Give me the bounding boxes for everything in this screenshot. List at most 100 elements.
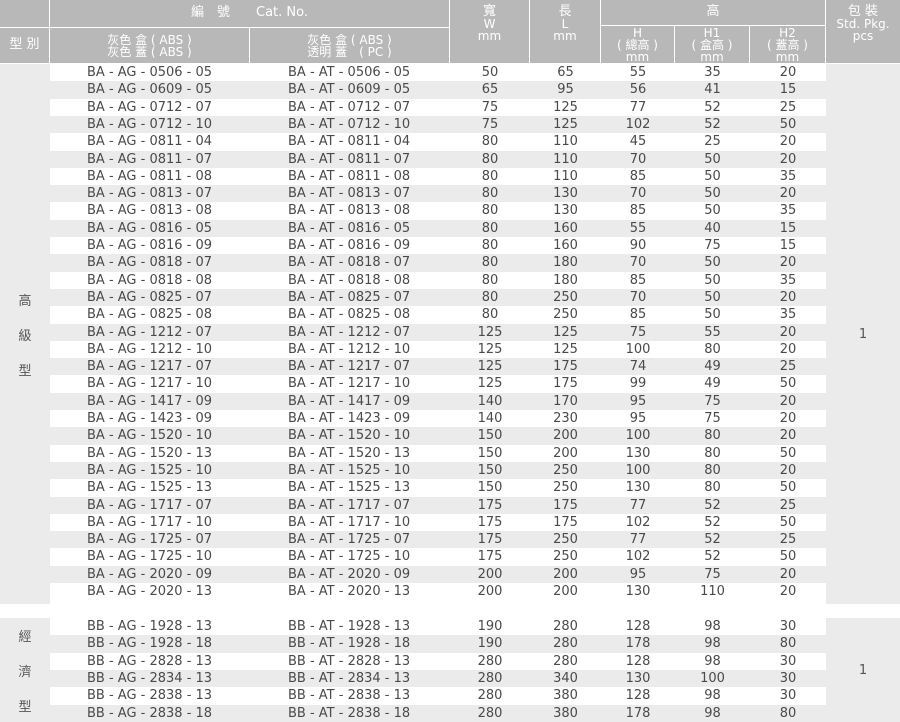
box-cat-no: BA - AG - 0818 - 08 xyxy=(87,272,213,288)
length-value: 250 xyxy=(553,289,578,305)
box-cat-no: BA - AG - 0816 - 05 xyxy=(87,220,213,236)
length-value: 340 xyxy=(553,670,578,686)
h2-value: 20 xyxy=(779,566,797,582)
table-row: BA - AG - 0811 - 08 BA - AT - 0811 - 08 80… xyxy=(50,168,826,185)
lid-cat-no: BA - AT - 0712 - 10 xyxy=(288,116,411,132)
width-value: 80 xyxy=(481,134,499,150)
width-value: 125 xyxy=(477,376,503,392)
width-value: 280 xyxy=(477,653,503,669)
spec-table: 型 別 編 號 Cat. No. 灰色 盒 ( ABS ) 灰色 蓋 ( ABS… xyxy=(0,0,900,722)
width-value: 80 xyxy=(481,238,499,253)
h-value: 74 xyxy=(629,359,647,375)
box-cat-no: BB - AG - 1928 - 18 xyxy=(87,636,213,652)
h2-header-unit: mm xyxy=(775,49,800,64)
lid-cat-no: BA - AT - 1423 - 09 xyxy=(288,411,411,426)
type-char: 濟 xyxy=(18,664,32,680)
width-value: 80 xyxy=(481,289,499,305)
h1-header-note: ( 盒高 ) xyxy=(691,37,733,52)
box-cat-no: BA - AG - 1417 - 09 xyxy=(87,393,213,409)
h1-value: 80 xyxy=(704,480,721,496)
h2-value: 25 xyxy=(779,532,797,548)
h2-value: 50 xyxy=(779,549,797,565)
table-row: BB - AG - 1928 - 18 BB - AT - 1928 - 18 19… xyxy=(50,635,826,653)
length-value: 130 xyxy=(553,186,578,202)
length-value: 250 xyxy=(553,549,578,565)
h1-value: 75 xyxy=(704,411,721,426)
length-value: 175 xyxy=(553,497,578,513)
h-header: H ( 總高 ) mm xyxy=(601,26,675,64)
h1-value: 49 xyxy=(704,376,721,392)
box-cat-no: BA - AG - 0825 - 08 xyxy=(87,307,213,323)
table-row: BA - AG - 1212 - 10 BA - AT - 1212 - 10 12… xyxy=(50,341,826,358)
box-cat-no: BA - AG - 0811 - 07 xyxy=(87,151,213,167)
h1-value: 52 xyxy=(704,532,721,548)
table-row: BA - AG - 1423 - 09 BA - AT - 1423 - 09 14… xyxy=(50,410,826,427)
type-char: 級 xyxy=(18,328,32,344)
h1-value: 50 xyxy=(704,255,721,271)
h-value: 95 xyxy=(629,411,647,426)
h1-value: 75 xyxy=(704,238,721,253)
h2-value: 35 xyxy=(779,203,797,219)
h1-value: 98 xyxy=(704,688,721,704)
h-value: 85 xyxy=(629,203,647,219)
h1-value: 80 xyxy=(704,341,721,357)
h2-value: 35 xyxy=(779,307,797,323)
width-value: 80 xyxy=(481,203,499,219)
length-value: 250 xyxy=(553,462,578,478)
width-value: 75 xyxy=(481,116,499,132)
table-row: BA - AG - 1725 - 07 BA - AT - 1725 - 07 17… xyxy=(50,531,826,549)
box-cat-no: BA - AG - 1525 - 13 xyxy=(87,480,213,496)
lid-cat-no: BA - AT - 1717 - 07 xyxy=(288,497,411,513)
h-value: 102 xyxy=(625,116,651,132)
width-value: 200 xyxy=(477,584,503,599)
h1-value: 50 xyxy=(704,203,721,219)
length-value: 380 xyxy=(553,688,578,704)
catno-header: 編 號 Cat. No. xyxy=(50,0,450,28)
lid-cat-no: BA - AT - 1717 - 10 xyxy=(288,514,411,530)
box-cat-no: BA - AG - 0813 - 07 xyxy=(87,186,213,202)
box-col-header: 灰色 盒 ( ABS ) 灰色 蓋 ( ABS ) xyxy=(50,28,250,64)
box-cat-no: BA - AG - 0811 - 04 xyxy=(87,134,213,150)
lid-cat-no: BA - AT - 0818 - 07 xyxy=(288,255,411,271)
h1-value: 52 xyxy=(704,116,721,132)
lid-cat-no: BA - AT - 0811 - 07 xyxy=(288,151,411,167)
table-row: BA - AG - 0818 - 08 BA - AT - 0818 - 08 80… xyxy=(50,272,826,289)
h1-value: 80 xyxy=(704,445,721,461)
h2-value: 20 xyxy=(779,289,797,305)
table-row: BB - AG - 2828 - 13 BB - AT - 2828 - 13 28… xyxy=(50,653,826,670)
h2-value: 20 xyxy=(779,134,797,150)
h2-value: 20 xyxy=(779,584,797,599)
length-value: 230 xyxy=(553,411,578,426)
h2-value: 80 xyxy=(779,636,797,652)
lid-cat-no: BA - AT - 0818 - 08 xyxy=(288,272,411,288)
box-cat-no: BA - AG - 1520 - 13 xyxy=(87,445,213,461)
h-header-unit: mm xyxy=(625,49,650,64)
pkg-value: 1 xyxy=(858,326,868,342)
h-value: 70 xyxy=(629,151,647,167)
h-header-symbol: H xyxy=(632,25,643,40)
table-row: BA - AG - 1417 - 09 BA - AT - 1417 - 09 14… xyxy=(50,392,826,410)
h-value: 95 xyxy=(629,566,647,582)
width-value: 200 xyxy=(477,566,503,582)
h2-value: 20 xyxy=(779,151,797,167)
table-row: BA - AG - 0813 - 08 BA - AT - 0813 - 08 80… xyxy=(50,202,826,219)
lid-cat-no: BA - AT - 0825 - 07 xyxy=(288,289,411,305)
table-row: BA - AG - 0825 - 07 BA - AT - 0825 - 07 80… xyxy=(50,288,826,307)
lid-cat-no: BA - AT - 1525 - 10 xyxy=(288,462,411,478)
h1-value: 35 xyxy=(704,65,721,80)
box-cat-no: BA - AG - 0825 - 07 xyxy=(87,289,213,305)
length-value: 250 xyxy=(553,307,578,323)
h1-value: 55 xyxy=(704,324,721,340)
lid-cat-no: BA - AT - 1417 - 09 xyxy=(288,393,411,409)
table-row: BA - AG - 0825 - 08 BA - AT - 0825 - 08 80… xyxy=(50,306,826,323)
lid-cat-no: BA - AT - 1217 - 10 xyxy=(288,376,411,392)
h-value: 70 xyxy=(629,186,647,202)
length-value: 175 xyxy=(553,514,578,530)
lid-cat-no: BB - AT - 2834 - 13 xyxy=(288,670,411,686)
h1-value: 52 xyxy=(704,497,721,513)
h-value: 130 xyxy=(625,670,651,686)
length-value: 160 xyxy=(553,238,578,253)
h1-header-unit: mm xyxy=(700,49,724,64)
h1-value: 80 xyxy=(704,428,721,444)
width-value: 80 xyxy=(481,255,499,271)
